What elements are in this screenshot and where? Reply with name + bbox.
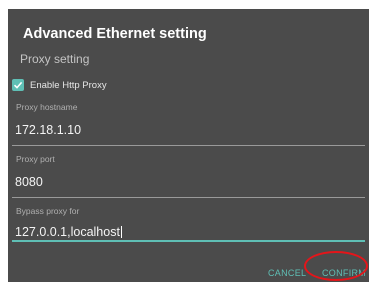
proxy-setting-header: Proxy setting [20, 52, 90, 66]
proxy-hostname-input[interactable]: 172.18.1.10 [15, 123, 81, 137]
proxy-port-input[interactable]: 8080 [15, 175, 43, 189]
proxy-hostname-underline [12, 145, 365, 146]
dialog-title: Advanced Ethernet setting [23, 26, 207, 42]
enable-http-proxy-label: Enable Http Proxy [30, 79, 107, 91]
text-cursor [120, 226, 122, 238]
proxy-hostname-label: Proxy hostname [16, 102, 78, 112]
confirm-button[interactable]: CONFIRM [322, 268, 366, 278]
enable-http-proxy-row[interactable]: Enable Http Proxy [12, 78, 107, 92]
cancel-button[interactable]: CANCEL [268, 268, 306, 278]
advanced-ethernet-dialog: Advanced Ethernet setting Proxy setting … [8, 9, 369, 282]
enable-http-proxy-checkbox[interactable] [12, 79, 24, 91]
bypass-proxy-value: 127.0.0.1,localhost [15, 225, 120, 239]
bypass-proxy-underline [12, 240, 365, 242]
bypass-proxy-label: Bypass proxy for [16, 206, 80, 216]
checkmark-icon [13, 81, 23, 89]
proxy-port-underline [12, 197, 365, 198]
proxy-port-label: Proxy port [16, 154, 55, 164]
bypass-proxy-input[interactable]: 127.0.0.1,localhost [15, 225, 122, 239]
